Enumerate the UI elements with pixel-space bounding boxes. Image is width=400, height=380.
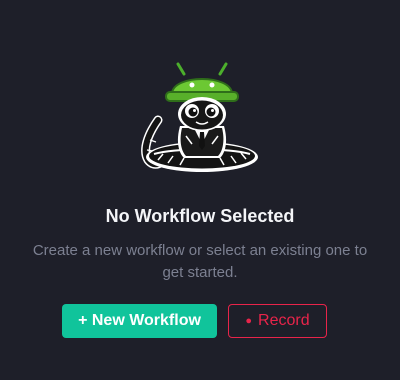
record-button[interactable]: ● Record (228, 304, 327, 338)
empty-state-panel: No Workflow Selected Create a new workfl… (0, 0, 400, 380)
empty-state-title: No Workflow Selected (105, 206, 295, 226)
android-snake-mascot-icon (141, 62, 258, 172)
record-dot-icon: ● (245, 315, 253, 327)
new-workflow-button[interactable]: + New Workflow (62, 304, 217, 338)
new-workflow-label: + New Workflow (78, 312, 201, 329)
empty-state-subtitle: Create a new workflow or select an exist… (32, 242, 368, 281)
record-label: Record (258, 312, 310, 329)
